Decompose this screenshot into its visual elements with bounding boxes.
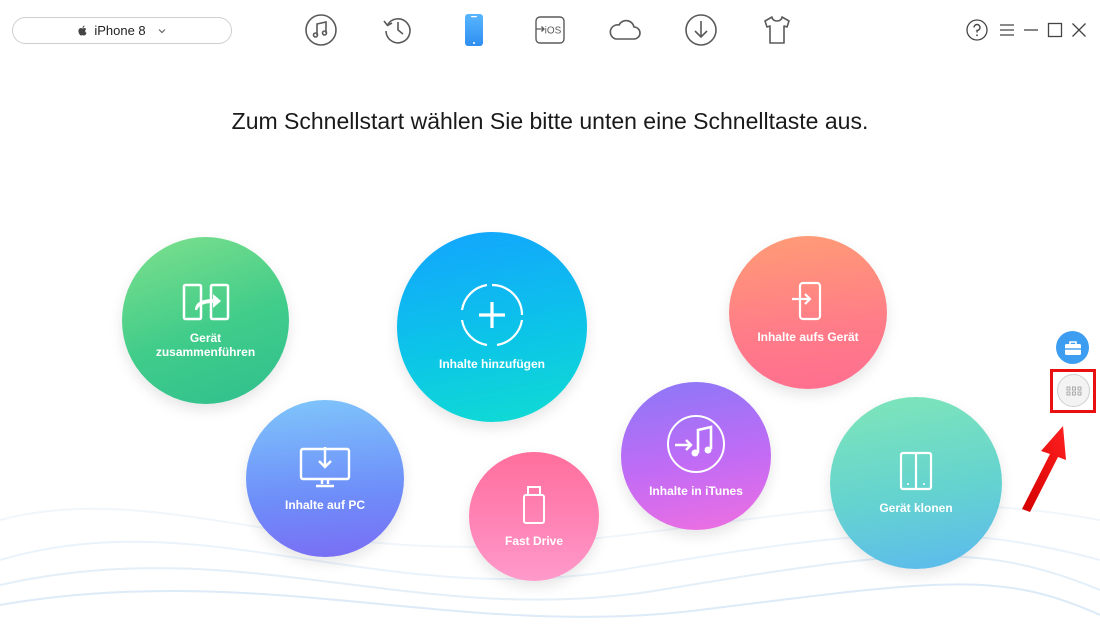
nav-music[interactable]	[301, 10, 341, 50]
apple-icon	[78, 25, 87, 36]
minimize-button[interactable]	[1019, 17, 1043, 43]
cloud-icon	[609, 19, 641, 40]
close-button[interactable]	[1067, 17, 1091, 43]
ios-mover-icon: iOS	[535, 16, 565, 44]
content-to-device-icon	[792, 281, 822, 320]
device-selector[interactable]: iPhone 8	[12, 17, 232, 44]
app-grid-icon	[1066, 386, 1081, 395]
content-to-itunes-icon	[667, 415, 725, 474]
content-to-pc-icon	[299, 446, 351, 487]
menu-icon	[1000, 24, 1014, 36]
content-to-device-label: Inhalte aufs Gerät	[757, 329, 859, 344]
nav-shop[interactable]	[757, 10, 797, 50]
quickstart-headline: Zum Schnellstart wählen Sie bitte unten …	[231, 108, 869, 134]
nav-icloud[interactable]	[605, 10, 645, 50]
close-icon	[1072, 23, 1086, 37]
merge-devices-icon	[182, 283, 229, 320]
minimize-icon	[1024, 29, 1038, 31]
nav-history[interactable]	[378, 10, 418, 50]
add-content-label: Inhalte hinzufügen	[439, 357, 545, 372]
menu-button[interactable]	[995, 17, 1019, 43]
help-button[interactable]	[965, 17, 989, 43]
add-content-button[interactable]: Inhalte hinzufügen	[397, 232, 587, 422]
content-to-itunes-button[interactable]: Inhalte in iTunes	[621, 382, 771, 530]
nav-download[interactable]	[681, 10, 721, 50]
content-to-itunes-label: Inhalte in iTunes	[649, 484, 743, 499]
content-to-pc-label: Inhalte auf PC	[284, 497, 365, 512]
history-clock-icon	[383, 18, 411, 44]
content-to-device-button[interactable]: Inhalte aufs Gerät	[729, 236, 887, 389]
fast-drive-label: Fast Drive	[504, 533, 564, 548]
toolbox-button[interactable]	[1056, 331, 1089, 364]
clone-device-button[interactable]: Gerät klonen	[830, 397, 1002, 569]
maximize-button[interactable]	[1043, 17, 1067, 43]
content-to-pc-button[interactable]: Inhalte auf PC	[246, 400, 404, 557]
nav-ios-mover[interactable]: iOS	[530, 10, 570, 50]
iphone-icon	[465, 14, 483, 46]
merge-devices-label: Gerät zusammenführen	[155, 330, 256, 359]
top-bar: iPhone 8 iOS	[0, 0, 1100, 62]
app-grid-button[interactable]	[1057, 374, 1090, 407]
clone-device-icon	[899, 451, 933, 491]
help-icon	[966, 19, 988, 41]
nav-device[interactable]	[454, 10, 494, 50]
ios-mover-label: iOS	[545, 26, 562, 37]
fast-drive-button[interactable]: Fast Drive	[469, 452, 599, 581]
add-content-icon	[460, 283, 524, 347]
tshirt-icon	[764, 16, 790, 44]
merge-devices-button[interactable]: Gerät zusammenführen	[122, 237, 289, 404]
device-name: iPhone 8	[94, 23, 146, 38]
download-icon	[685, 14, 717, 46]
toolbox-icon	[1064, 340, 1081, 355]
red-arrow-icon	[1022, 426, 1066, 512]
maximize-icon	[1047, 22, 1063, 38]
usb-drive-icon	[523, 485, 545, 524]
music-note-icon	[305, 14, 337, 46]
clone-device-label: Gerät klonen	[879, 501, 953, 516]
chevron-down-icon	[158, 28, 166, 33]
